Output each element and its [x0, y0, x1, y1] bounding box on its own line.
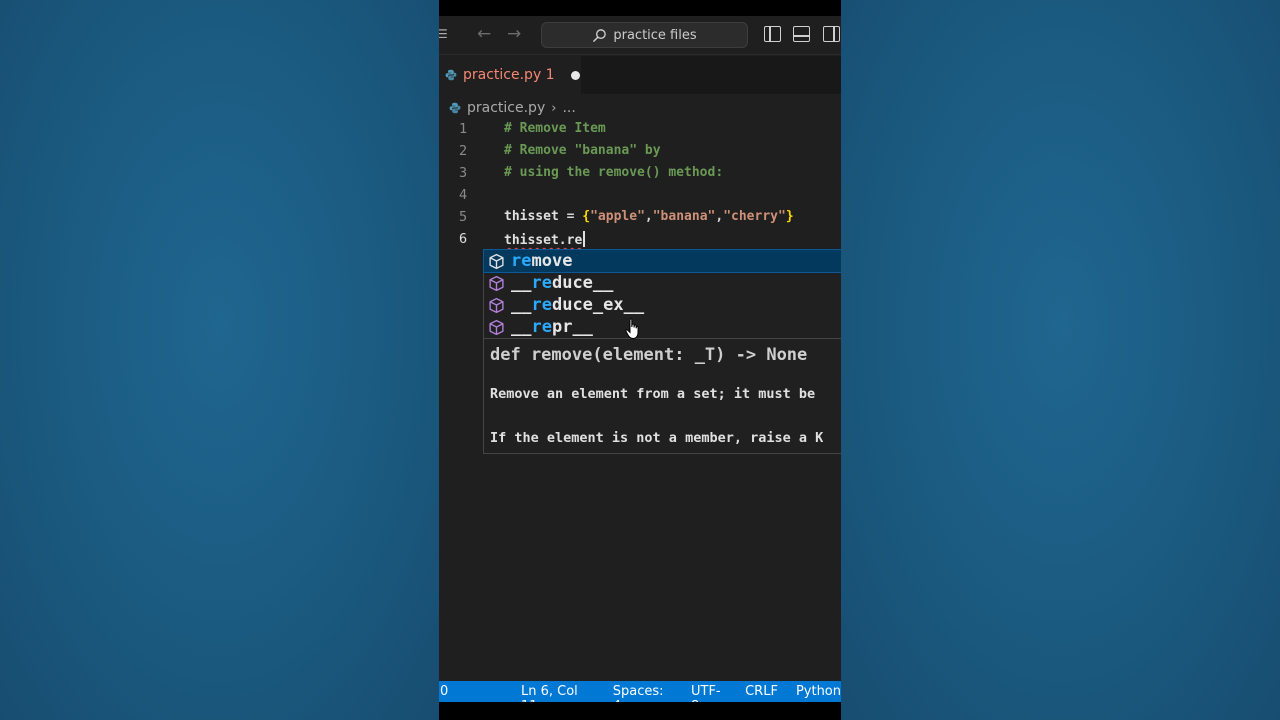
method-cube-icon — [489, 275, 504, 291]
suggestion-label: remove — [511, 251, 573, 271]
search-icon — [593, 28, 607, 42]
vscode-window: ☰ ← → practice files practice.py 1 pract… — [439, 0, 841, 720]
code-line: 1 # Remove Item — [439, 118, 841, 140]
title-bar: ☰ ← → practice files — [439, 16, 841, 55]
line-number: 6 — [459, 231, 468, 247]
toggle-panel-icon[interactable] — [793, 26, 810, 42]
video-backdrop-right — [841, 0, 1280, 720]
suggestion-item[interactable]: __reduce_ex__ — [484, 294, 841, 316]
python-file-icon — [449, 102, 461, 114]
menu-icon[interactable]: ☰ — [439, 27, 448, 41]
hand-cursor-icon — [625, 318, 639, 340]
text-cursor — [583, 231, 586, 247]
breadcrumb-more[interactable]: ... — [562, 100, 575, 116]
suggestion-item[interactable]: remove — [483, 249, 841, 273]
code-line: 5 thisset = {"apple","banana","cherry"} — [439, 206, 841, 228]
line-number: 3 — [459, 165, 468, 181]
toggle-primary-sidebar-icon[interactable] — [764, 26, 781, 42]
line-number: 5 — [459, 209, 468, 225]
doc-description: If the element is not a member, raise a … — [490, 430, 824, 446]
line-text: thisset.re — [504, 231, 586, 248]
suggestion-label: __repr__ — [511, 317, 593, 337]
unsaved-changes-dot-icon[interactable] — [570, 70, 580, 80]
letterbox-bottom — [439, 702, 841, 720]
command-center-search[interactable]: practice files — [541, 22, 748, 48]
status-problems[interactable]: 0 — [440, 684, 448, 699]
code-line: 6 thisset.re — [439, 228, 841, 250]
video-backdrop-left — [0, 0, 439, 720]
method-cube-icon — [489, 319, 504, 335]
line-text: # using the remove() method: — [504, 165, 724, 180]
line-number: 1 — [459, 121, 468, 137]
line-number: 4 — [459, 187, 468, 203]
code-line: 3 # using the remove() method: — [439, 162, 841, 184]
code-line: 4 — [439, 184, 841, 206]
line-text: thisset = {"apple","banana","cherry"} — [504, 209, 794, 224]
python-file-icon — [445, 69, 457, 81]
suggestion-label: __reduce__ — [511, 273, 614, 293]
code-line: 2 # Remove "banana" by — [439, 140, 841, 162]
tab-bar: practice.py 1 — [439, 56, 841, 94]
line-text: # Remove "banana" by — [504, 143, 661, 158]
suggestion-item[interactable]: __reduce__ — [484, 272, 841, 294]
current-input: thisset.re — [504, 233, 583, 248]
breadcrumb-file[interactable]: practice.py — [467, 100, 545, 116]
forward-arrow-icon[interactable]: → — [507, 24, 521, 44]
breadcrumb: practice.py › ... — [449, 98, 576, 118]
method-cube-icon — [489, 297, 504, 313]
doc-description: Remove an element from a set; it must be — [490, 386, 816, 402]
line-text: # Remove Item — [504, 121, 606, 136]
tab-practice-py[interactable]: practice.py 1 — [439, 56, 581, 94]
tab-label: practice.py 1 — [463, 67, 555, 83]
method-cube-icon — [489, 253, 504, 269]
line-number: 2 — [459, 143, 468, 159]
suggestion-label: __reduce_ex__ — [511, 295, 645, 315]
letterbox-top — [439, 0, 841, 16]
chevron-right-icon: › — [551, 100, 557, 116]
back-arrow-icon[interactable]: ← — [477, 24, 491, 44]
method-signature: def remove(element: _T) -> None — [490, 345, 808, 365]
suggestion-item[interactable]: __repr__ — [484, 316, 841, 338]
status-bar: 0 Ln 6, Col 11 Spaces: 4 UTF-8 CRLF Pyth… — [439, 681, 841, 714]
toggle-secondary-sidebar-icon[interactable] — [823, 26, 840, 42]
search-label: practice files — [613, 27, 697, 43]
suggestion-details: def remove(element: _T) -> None Remove a… — [483, 339, 841, 454]
suggestion-widget: remove __reduce__ __reduce_ex__ __repr__ — [483, 249, 841, 339]
